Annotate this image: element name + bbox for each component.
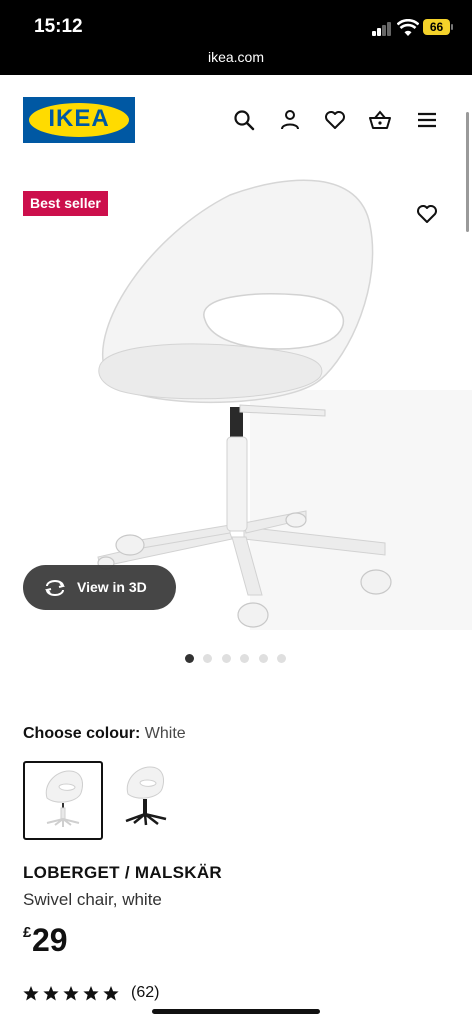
favourites-icon[interactable]: [323, 108, 347, 132]
carousel-dot[interactable]: [222, 654, 231, 663]
price-value: 29: [32, 922, 68, 958]
search-icon[interactable]: [232, 108, 256, 132]
status-bar: 15:12 66 ikea.com: [0, 0, 472, 75]
carousel-dot[interactable]: [240, 654, 249, 663]
logo-text: IKEA: [48, 105, 110, 132]
review-count[interactable]: (62): [131, 984, 159, 1002]
rotate-3d-icon: [45, 580, 65, 596]
colour-value: White: [144, 725, 186, 742]
product-description: Swivel chair, white: [23, 890, 162, 909]
star-icon: [63, 986, 79, 1001]
url-bar[interactable]: ikea.com: [0, 49, 472, 65]
price-currency: £: [23, 924, 32, 941]
ikea-logo[interactable]: IKEA: [23, 97, 135, 143]
view-in-3d-button[interactable]: View in 3D: [23, 565, 176, 610]
colour-swatch-black-base[interactable]: [108, 761, 188, 840]
carousel-dot[interactable]: [259, 654, 268, 663]
carousel-dot[interactable]: [203, 654, 212, 663]
rating-stars[interactable]: [23, 985, 123, 1003]
battery-indicator: 66: [423, 19, 450, 35]
colour-label: Choose colour:: [23, 725, 141, 742]
battery-nub: [451, 24, 453, 30]
star-icon: [23, 986, 39, 1001]
cellular-signal-icon: [372, 22, 392, 36]
add-to-favourites-icon[interactable]: [415, 202, 439, 226]
view-in-3d-label: View in 3D: [77, 579, 147, 595]
star-icon: [83, 986, 99, 1001]
home-indicator[interactable]: [152, 1009, 320, 1014]
star-icon: [103, 986, 119, 1001]
best-seller-badge: Best seller: [23, 191, 108, 216]
colour-swatch-white[interactable]: [23, 761, 103, 840]
menu-icon[interactable]: [415, 108, 439, 132]
status-time: 15:12: [34, 16, 83, 37]
colour-chooser-label: Choose colour: White: [23, 725, 186, 743]
black-base-chair-thumbnail: [125, 766, 167, 826]
carousel-dot[interactable]: [185, 654, 194, 663]
product-name[interactable]: LOBERGET / MALSKÄR: [23, 863, 222, 883]
carousel-dot[interactable]: [277, 654, 286, 663]
star-icon: [43, 986, 59, 1001]
basket-icon[interactable]: [368, 108, 392, 132]
white-chair-thumbnail: [45, 770, 83, 827]
account-icon[interactable]: [278, 108, 302, 132]
wifi-icon: [397, 19, 419, 36]
